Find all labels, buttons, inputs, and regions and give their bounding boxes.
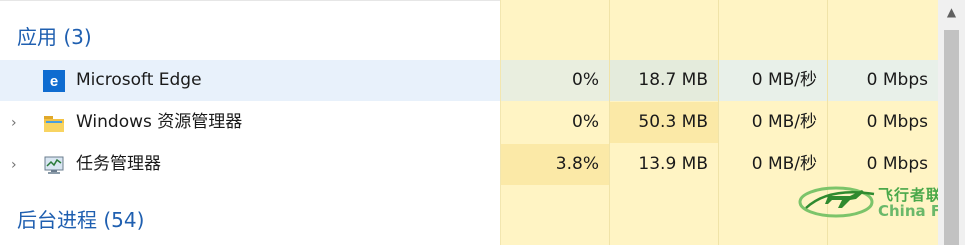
process-row-explorer[interactable]: › Windows 资源管理器 0% 50.3 MB 0 MB/秒 0 Mbps [0, 102, 938, 143]
section-title-apps[interactable]: 应用 (3) [17, 21, 92, 50]
process-row-edge[interactable]: e Microsoft Edge 0% 18.7 MB 0 MB/秒 0 Mbp… [0, 60, 938, 101]
network-value: 0 Mbps [866, 112, 928, 132]
section-title-background[interactable]: 后台进程 (54) [17, 204, 144, 233]
edge-icon: e [43, 70, 65, 92]
disk-value: 0 MB/秒 [719, 60, 827, 101]
chevron-right-icon[interactable]: › [11, 158, 23, 172]
process-name-cell[interactable] [0, 102, 500, 143]
vertical-scrollbar[interactable]: ▲ [938, 0, 965, 245]
scroll-up-arrow-icon[interactable]: ▲ [938, 0, 965, 26]
process-name: Microsoft Edge [76, 70, 202, 90]
task-manager-process-list: 应用 (3) e Microsoft Edge 0% 18.7 MB 0 MB/… [0, 0, 965, 245]
disk-value: 0 MB/秒 [751, 112, 817, 132]
cpu-value: 0% [572, 112, 599, 132]
memory-value: 13.9 MB [638, 154, 708, 174]
chevron-right-icon[interactable]: › [11, 116, 23, 130]
cpu-value: 0% [501, 60, 609, 101]
airplane-logo-icon [798, 186, 875, 218]
process-name-cell[interactable] [0, 60, 500, 101]
memory-value: 18.7 MB [610, 60, 718, 101]
folder-icon [44, 116, 64, 132]
process-name-cell[interactable] [0, 144, 500, 185]
process-name: Windows 资源管理器 [76, 112, 243, 132]
svg-text:e: e [50, 73, 58, 90]
process-name: 任务管理器 [76, 154, 161, 174]
task-manager-icon [44, 156, 64, 174]
scrollbar-thumb[interactable] [944, 30, 959, 245]
memory-value: 50.3 MB [610, 102, 718, 143]
network-value: 0 Mbps [828, 60, 938, 101]
cpu-value: 3.8% [501, 144, 609, 185]
